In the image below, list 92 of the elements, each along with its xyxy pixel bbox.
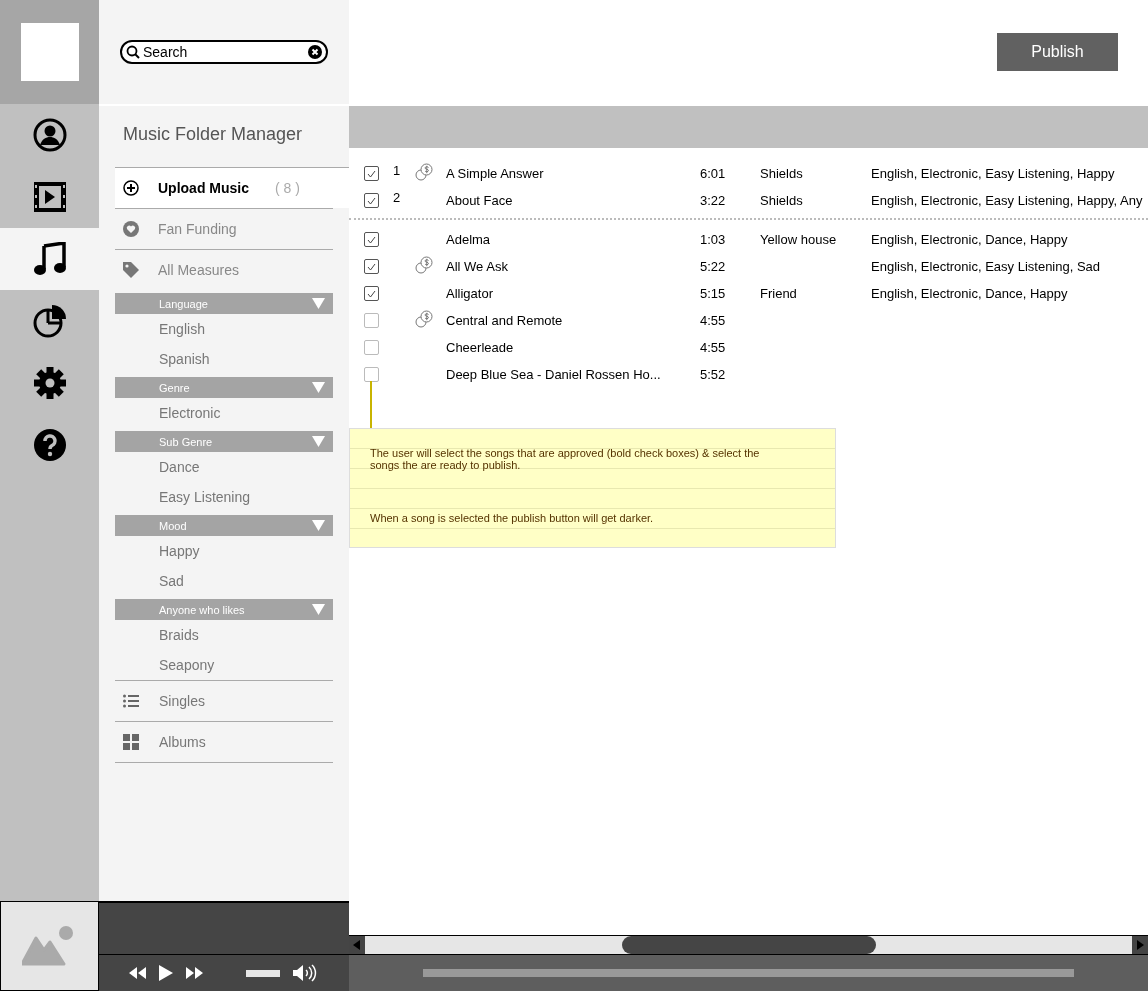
song-tags: English, Electronic, Dance, Happy <box>871 286 1068 301</box>
volume-bar[interactable] <box>246 969 280 977</box>
rewind-icon[interactable] <box>129 967 146 979</box>
help-icon <box>32 428 67 462</box>
song-duration: 5:22 <box>700 259 727 274</box>
fast-forward-icon[interactable] <box>186 967 203 979</box>
song-tags: English, Electronic, Dance, Happy <box>871 232 1068 247</box>
song-title: A Simple Answer <box>446 166 545 181</box>
caret-down-icon <box>312 382 325 393</box>
pie-chart-icon <box>32 304 67 338</box>
song-title: Cheerleade <box>446 340 515 355</box>
grid-icon <box>123 734 139 750</box>
song-duration: 5:15 <box>700 286 727 301</box>
checkbox[interactable] <box>364 166 379 181</box>
song-duration: 4:55 <box>700 340 727 355</box>
filter-option[interactable]: English <box>115 314 333 344</box>
song-title: Central and Remote <box>446 313 564 328</box>
song-artist: Yellow house <box>760 232 837 247</box>
filter-option[interactable]: Spanish <box>115 344 333 374</box>
caret-down-icon <box>312 520 325 531</box>
note-text: The user will select the songs that are approved (bold check boxes) & select the songs the are ready to publish. <box>370 447 761 471</box>
song-tags: English, Electronic, Easy Listening, Happy <box>871 166 1115 181</box>
checkbox[interactable] <box>364 340 379 355</box>
play-icon[interactable] <box>159 965 173 981</box>
song-duration: 3:22 <box>700 193 727 208</box>
clear-icon[interactable] <box>308 45 322 59</box>
tag-icon <box>123 262 139 278</box>
check-icon <box>367 169 376 178</box>
checkbox[interactable] <box>364 286 379 301</box>
menu-item[interactable]: Fan Funding <box>115 208 333 249</box>
song-duration: 1:03 <box>700 232 727 247</box>
panel-title: Music Folder Manager <box>122 123 304 146</box>
checkbox[interactable] <box>364 193 379 208</box>
filter-dropdown[interactable]: Sub Genre <box>115 431 333 452</box>
song-title: Adelma <box>446 232 492 247</box>
note-text: When a song is selected the publish button will get darker. <box>370 512 655 524</box>
song-tags: English, Electronic, Easy Listening, Happy, Any <box>871 193 1143 208</box>
song-tags: English, Electronic, Easy Listening, Sad <box>871 259 1101 274</box>
song-duration: 4:55 <box>700 313 727 328</box>
check-icon <box>367 262 376 271</box>
logo-placeholder <box>20 23 79 81</box>
settings-icon <box>32 366 67 400</box>
scroll-thumb[interactable] <box>622 936 876 954</box>
horizontal-scrollbar[interactable] <box>349 935 1148 955</box>
check-icon <box>367 196 376 205</box>
checkbox[interactable] <box>364 367 379 382</box>
track-number: 1 <box>393 163 401 178</box>
music-note-icon <box>33 242 66 276</box>
caret-down-icon <box>312 436 325 447</box>
check-icon <box>367 235 376 244</box>
filter-option[interactable]: Sad <box>115 566 333 596</box>
publish-button[interactable]: Publish <box>997 33 1118 71</box>
filter-option[interactable]: Happy <box>115 536 333 566</box>
filter-option[interactable]: Dance <box>115 452 333 482</box>
filter-option[interactable]: Seapony <box>115 650 333 680</box>
filter-dropdown[interactable]: Mood <box>115 515 333 536</box>
caret-down-icon <box>312 298 325 309</box>
speaker-icon[interactable] <box>293 964 318 982</box>
plus-circle-icon <box>123 180 139 196</box>
song-duration: 5:52 <box>700 367 727 382</box>
song-title: Alligator <box>446 286 494 301</box>
rail-music-tab[interactable] <box>0 228 99 290</box>
checkbox[interactable] <box>364 259 379 274</box>
song-artist: Shields <box>760 193 803 208</box>
view-item[interactable]: Albums <box>115 721 333 763</box>
filter-option[interactable]: Easy Listening <box>115 482 333 512</box>
progress-track[interactable] <box>423 969 1074 977</box>
search-icon <box>126 45 140 59</box>
checkbox[interactable] <box>364 313 379 328</box>
song-duration: 6:01 <box>700 166 727 181</box>
menu-item[interactable]: Upload Music ( 8 ) <box>115 167 349 208</box>
menu-item[interactable]: All Measures <box>115 249 333 290</box>
search-field[interactable]: Search <box>120 40 328 64</box>
caret-down-icon <box>312 604 325 615</box>
song-artist: Friend <box>760 286 797 301</box>
filter-dropdown[interactable]: Anyone who likes <box>115 599 333 620</box>
filter-option[interactable]: Electronic <box>115 398 333 428</box>
song-title: About Face <box>446 193 514 208</box>
filter-dropdown[interactable]: Genre <box>115 377 333 398</box>
song-artist: Shields <box>760 166 803 181</box>
song-title: Deep Blue Sea - Daniel Rossen Ho... <box>446 367 662 382</box>
filter-option[interactable]: Braids <box>115 620 333 650</box>
view-item[interactable]: Singles <box>115 680 333 721</box>
list-icon <box>123 694 139 708</box>
checkbox[interactable] <box>364 232 379 247</box>
track-number: 2 <box>393 190 401 205</box>
check-icon <box>367 289 376 298</box>
video-icon <box>32 181 67 213</box>
filter-dropdown[interactable]: Language <box>115 293 333 314</box>
leader-line <box>370 381 372 428</box>
song-title: All We Ask <box>446 259 509 274</box>
user-icon <box>32 118 67 152</box>
